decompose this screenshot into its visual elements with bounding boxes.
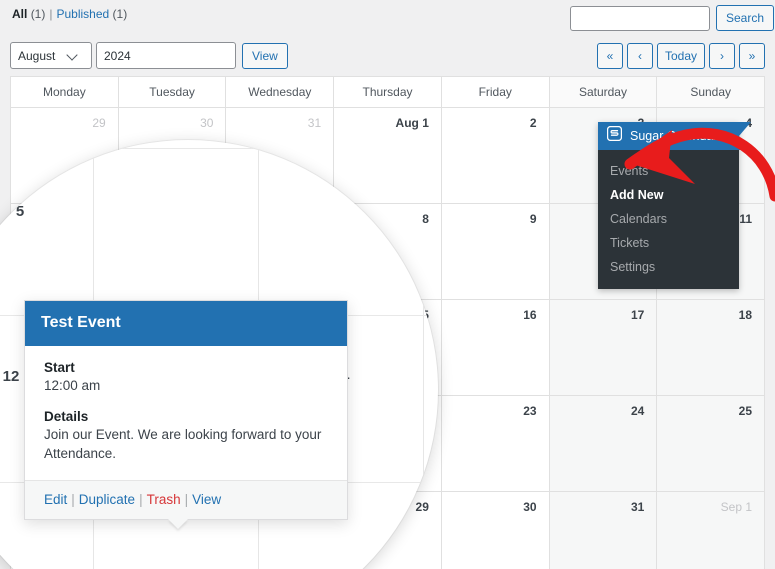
pager-first-button[interactable]: «: [596, 43, 623, 69]
event-field-start: Start 12:00 am: [44, 360, 328, 396]
filter-link-published[interactable]: Published (1): [56, 7, 127, 21]
day-number: 24: [630, 404, 645, 418]
calendar-day-cell[interactable]: 30: [441, 492, 550, 569]
event-detail-popup: Test Event Start 12:00 am Details Join o…: [24, 300, 348, 529]
day-number: 2: [529, 116, 537, 130]
weekday-header-saturday: Saturday: [549, 77, 658, 107]
calendar-day-cell[interactable]: 16: [441, 300, 550, 395]
filter-all-label: All: [12, 7, 28, 21]
event-start-label: Start: [44, 360, 75, 375]
day-number: 29: [92, 116, 106, 130]
calendar-day-cell[interactable]: 23: [441, 396, 550, 491]
filter-published-label: Published: [56, 7, 110, 21]
sugar-calendar-logo-icon: [606, 125, 623, 146]
weekday-header-thursday: Thursday: [334, 77, 442, 107]
pager-prev-button[interactable]: ‹: [626, 43, 653, 69]
event-action-edit[interactable]: Edit: [44, 492, 67, 507]
weekday-header-monday: Monday: [11, 77, 119, 107]
search-area: Search: [570, 5, 775, 31]
admin-menu-header: Sugar Calendar: [598, 122, 751, 150]
pager-last-button[interactable]: »: [739, 43, 765, 69]
event-action-duplicate[interactable]: Duplicate: [79, 492, 135, 507]
magnified-day-number: 5: [15, 203, 25, 220]
filter-all-count: (1): [30, 7, 46, 21]
day-number: 16: [523, 308, 537, 322]
admin-menu-item-calendars[interactable]: Calendars: [598, 207, 739, 231]
event-details-label: Details: [44, 408, 89, 424]
event-popup-body: Start 12:00 am Details Join our Event. W…: [25, 346, 347, 480]
event-action-view[interactable]: View: [192, 492, 221, 507]
calendar-pager: « ‹ Today › »: [596, 43, 765, 69]
action-separator: |: [71, 491, 75, 507]
day-number: 30: [200, 116, 214, 130]
day-number: 23: [523, 404, 537, 418]
filter-link-all[interactable]: All (1): [12, 7, 45, 21]
sugar-calendar-admin-menu: Sugar Calendar Events Add New Calendars Tic…: [598, 122, 751, 289]
status-filter-links: All (1) | Published (1): [12, 7, 127, 21]
year-input[interactable]: [96, 42, 236, 69]
view-button[interactable]: View: [242, 43, 288, 69]
calendar-day-cell[interactable]: 25: [657, 396, 765, 491]
weekday-header-tuesday: Tuesday: [119, 77, 227, 107]
event-popup-actions: Edit | Duplicate | Trash | View: [25, 479, 347, 519]
search-button[interactable]: Search: [716, 5, 775, 31]
weekday-header-wednesday: Wednesday: [226, 77, 335, 107]
day-number: 31: [630, 500, 645, 514]
calendar-day-cell[interactable]: Sep 1: [657, 492, 765, 569]
pager-next-button[interactable]: ›: [709, 43, 735, 69]
magnified-day-number: 12: [2, 368, 20, 385]
admin-menu-item-tickets[interactable]: Tickets: [598, 231, 739, 255]
calendar-day-cell[interactable]: 31: [549, 492, 658, 569]
event-popup-title: Test Event: [25, 301, 347, 346]
calendar-day-cell[interactable]: 2: [441, 108, 550, 203]
admin-menu-brand-label: Sugar Calendar: [630, 129, 718, 143]
weekday-header-friday: Friday: [442, 77, 550, 107]
calendar-day-cell[interactable]: 9: [441, 204, 550, 299]
ribbon-tip-decoration: [739, 122, 751, 150]
event-field-details: Details Join our Event. We are looking f…: [44, 409, 328, 464]
magnified-grid-line: [0, 148, 438, 149]
calendar-navigation-bar: JanuaryFebruaryMarchAprilMayJuneJulyAugu…: [0, 40, 775, 72]
sugar-calendar-admin-screen: All (1)|Published (1) Search JanuaryFebr…: [0, 0, 775, 569]
event-action-trash[interactable]: Trash: [147, 492, 181, 507]
search-input[interactable]: [570, 5, 710, 31]
calendar-weekday-header: Monday Tuesday Wednesday Thursday Friday Satu…: [11, 77, 765, 108]
event-details-value: Join our Event. We are looking forward t…: [44, 426, 322, 462]
day-number: 18: [738, 308, 753, 322]
admin-menu-item-add-new[interactable]: Add New: [598, 183, 739, 207]
filter-separator: |: [49, 7, 53, 21]
calendar-day-cell[interactable]: 18: [657, 300, 765, 395]
action-separator: |: [184, 491, 189, 507]
calendar-day-cell[interactable]: 17: [549, 300, 658, 395]
pager-today-button[interactable]: Today: [656, 43, 705, 69]
day-number: 11: [739, 212, 753, 226]
admin-menu-items: Events Add New Calendars Tickets Settings: [598, 150, 739, 289]
day-number: 17: [630, 308, 645, 322]
admin-menu-item-settings[interactable]: Settings: [598, 255, 739, 279]
day-number: Sep 1: [720, 500, 753, 514]
day-number: 30: [523, 500, 537, 514]
event-start-value: 12:00 am: [44, 378, 101, 393]
admin-menu-item-events[interactable]: Events: [598, 159, 739, 183]
calendar-day-cell[interactable]: 24: [549, 396, 658, 491]
day-number: Aug 1: [395, 116, 429, 130]
popup-pointer-decoration: [168, 518, 188, 529]
magnified-grid-line: [423, 140, 424, 569]
action-separator: |: [139, 491, 143, 507]
weekday-header-sunday: Sunday: [657, 77, 765, 107]
day-number: 31: [307, 116, 322, 130]
filter-published-count: (1): [112, 7, 128, 21]
day-number: 25: [738, 404, 753, 418]
month-select[interactable]: JanuaryFebruaryMarchAprilMayJuneJulyAugu…: [10, 42, 92, 69]
day-number: 9: [529, 212, 537, 226]
